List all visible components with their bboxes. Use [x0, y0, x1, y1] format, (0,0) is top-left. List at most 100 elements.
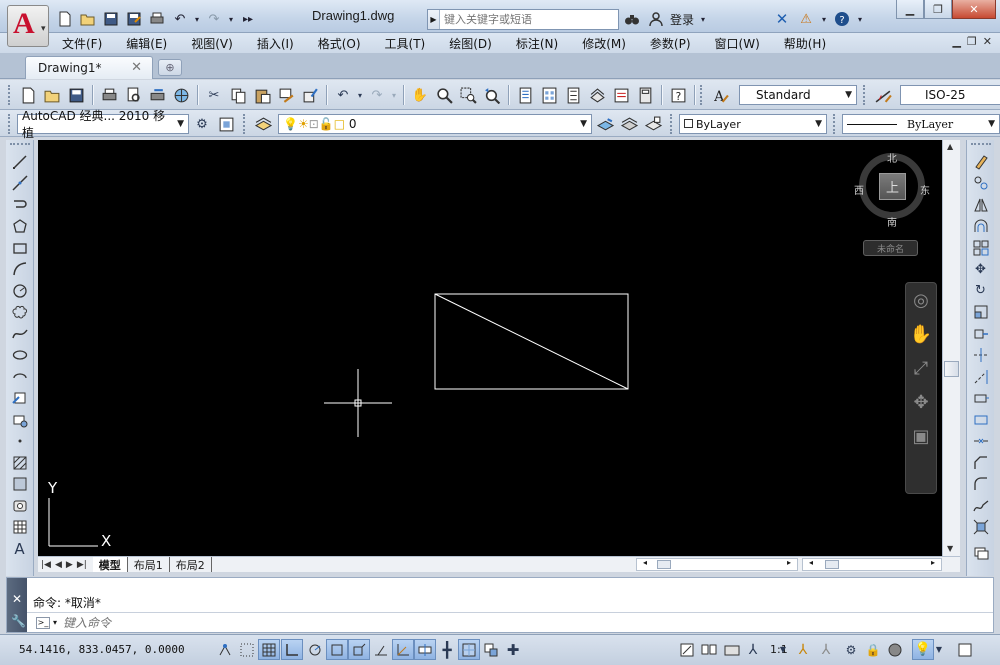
- trim-icon[interactable]: [970, 345, 992, 367]
- new-tab-icon[interactable]: ⊕: [158, 59, 182, 76]
- table-icon[interactable]: [9, 517, 31, 539]
- app-menu-button[interactable]: A ▾: [7, 5, 49, 47]
- make-current-layer-icon[interactable]: [594, 113, 616, 135]
- redo-icon[interactable]: ↷: [366, 84, 388, 106]
- tab-model[interactable]: 模型: [92, 557, 128, 572]
- drawing-canvas[interactable]: [38, 140, 942, 556]
- zoom-window-icon[interactable]: [457, 84, 479, 106]
- hscroll2-thumb[interactable]: [825, 560, 839, 569]
- search-input[interactable]: [440, 11, 610, 28]
- undo-dropdown-icon[interactable]: ▾: [193, 9, 201, 29]
- customize-command-icon[interactable]: 🔧: [11, 614, 26, 628]
- extend-icon[interactable]: [970, 366, 992, 388]
- join-icon[interactable]: [970, 431, 992, 453]
- help-icon[interactable]: ?: [667, 84, 689, 106]
- pan-icon[interactable]: ✋: [906, 317, 936, 351]
- annotation-scale-icon[interactable]: ⅄: [742, 639, 764, 660]
- cut-icon[interactable]: ✂: [203, 84, 225, 106]
- hscroll-right-icon[interactable]: ▸: [787, 558, 791, 567]
- vertical-scroll-thumb[interactable]: [944, 361, 959, 377]
- layout-first-icon[interactable]: |◀: [41, 560, 51, 570]
- hardware-acceleration-icon[interactable]: [884, 639, 906, 660]
- search-box[interactable]: ▶: [427, 9, 619, 30]
- login-label[interactable]: 登录: [670, 11, 694, 28]
- orbit-icon[interactable]: ✥: [906, 385, 936, 419]
- copy-icon[interactable]: [227, 84, 249, 106]
- search-expand-icon[interactable]: ▶: [428, 10, 440, 29]
- print-icon[interactable]: [147, 9, 167, 29]
- plot-icon[interactable]: [98, 84, 120, 106]
- undo-icon[interactable]: ↶: [332, 84, 354, 106]
- compass-west[interactable]: 西: [854, 182, 864, 197]
- quickcalc-icon[interactable]: [634, 84, 656, 106]
- new-icon[interactable]: [17, 84, 39, 106]
- doc-close-icon[interactable]: ✕: [983, 35, 992, 48]
- dimension-style-select[interactable]: ISO-25▼: [900, 85, 1000, 105]
- construction-line-icon[interactable]: [9, 173, 31, 195]
- workspace-save-icon[interactable]: [215, 113, 237, 135]
- file-tab-drawing1[interactable]: Drawing1* ✕: [25, 56, 153, 79]
- login-dropdown-icon[interactable]: ▾: [698, 9, 708, 29]
- status-menu-icon[interactable]: ▼: [934, 639, 944, 660]
- move-icon[interactable]: ✥: [970, 259, 992, 281]
- workspace-switching-icon[interactable]: ⚙: [840, 639, 862, 660]
- close-window-icon[interactable]: ✕: [952, 0, 996, 19]
- user-icon[interactable]: [646, 9, 666, 29]
- annotation-visibility-icon[interactable]: ⅄: [792, 639, 814, 660]
- ortho-mode-icon[interactable]: [281, 639, 303, 660]
- open-icon[interactable]: [78, 9, 98, 29]
- zoom-extents-icon[interactable]: ⤢: [906, 351, 936, 385]
- quick-view-drawings-icon[interactable]: [721, 639, 743, 660]
- rotate-icon[interactable]: ↻: [970, 280, 992, 302]
- menu-dimension[interactable]: 标注(N): [504, 35, 570, 52]
- selection-cycling-icon[interactable]: ✚: [502, 639, 524, 660]
- redo-dropdown-icon[interactable]: ▾: [390, 84, 398, 106]
- close-tab-icon[interactable]: ✕: [131, 60, 142, 75]
- layer-select[interactable]: 💡☀⊡🔓□ 0 ▼: [278, 114, 592, 134]
- grid-display-icon[interactable]: [258, 639, 280, 660]
- break-icon[interactable]: [970, 409, 992, 431]
- chamfer-icon[interactable]: [970, 452, 992, 474]
- undo-dropdown-icon[interactable]: ▾: [356, 84, 364, 106]
- open-icon[interactable]: [41, 84, 63, 106]
- break-at-point-icon[interactable]: [970, 388, 992, 410]
- vertical-scrollbar[interactable]: ▲ ▼: [942, 140, 960, 556]
- hscroll-thumb[interactable]: [657, 560, 671, 569]
- zoom-realtime-icon[interactable]: [433, 84, 455, 106]
- hscroll2-right-icon[interactable]: ▸: [931, 558, 935, 567]
- paste-icon[interactable]: [251, 84, 273, 106]
- help-dropdown-icon[interactable]: ▾: [856, 9, 864, 29]
- new-icon[interactable]: [55, 9, 75, 29]
- horizontal-scrollbar-1[interactable]: ◂ ▸: [636, 558, 798, 571]
- zoom-previous-icon[interactable]: [481, 84, 503, 106]
- block-editor-icon[interactable]: [299, 84, 321, 106]
- object-snap-tracking-icon[interactable]: [370, 639, 392, 660]
- layer-states-icon[interactable]: [642, 113, 664, 135]
- showmotion-icon[interactable]: ▣: [906, 419, 936, 453]
- binoculars-icon[interactable]: [622, 9, 642, 29]
- hscroll-left-icon[interactable]: ◂: [643, 558, 647, 567]
- clean-screen-icon[interactable]: [954, 639, 976, 660]
- save-as-icon[interactable]: [124, 9, 144, 29]
- layout-next-icon[interactable]: ▶: [66, 560, 73, 570]
- ellipse-arc-icon[interactable]: [9, 366, 31, 388]
- tab-layout2[interactable]: 布局2: [170, 557, 212, 572]
- erase-icon[interactable]: [970, 151, 992, 173]
- viewcube-top-face[interactable]: 上: [879, 173, 906, 200]
- qat-overflow-icon[interactable]: ▸▸: [238, 9, 258, 29]
- viewcube[interactable]: 上 北 南 东 西: [854, 150, 930, 229]
- steering-wheel-icon[interactable]: ◎: [906, 283, 936, 317]
- publish-icon[interactable]: [146, 84, 168, 106]
- sheet-set-icon[interactable]: [586, 84, 608, 106]
- menu-tools[interactable]: 工具(T): [373, 35, 438, 52]
- scale-icon[interactable]: [970, 302, 992, 324]
- menu-insert[interactable]: 插入(I): [245, 35, 306, 52]
- doc-minimize-icon[interactable]: ▁: [952, 35, 960, 48]
- copy-object-icon[interactable]: [970, 173, 992, 195]
- dimension-style-icon[interactable]: [872, 84, 894, 106]
- layout-last-icon[interactable]: ▶|: [77, 560, 87, 570]
- save-icon[interactable]: [101, 9, 121, 29]
- redo-icon[interactable]: ↷: [204, 9, 224, 29]
- menu-draw[interactable]: 绘图(D): [437, 35, 504, 52]
- workspace-select[interactable]: AutoCAD 经典... 2010 移植 ▼: [17, 109, 189, 140]
